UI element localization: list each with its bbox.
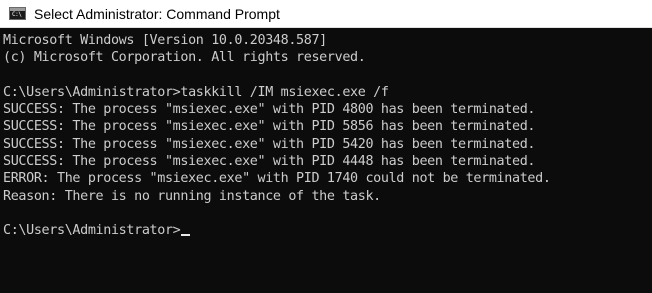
console-line: ERROR: The process "msiexec.exe" with PI…	[3, 171, 551, 187]
console-line: Reason: There is no running instance of …	[3, 188, 381, 204]
command-prompt-window: C:\ Select Administrator: Command Prompt…	[0, 0, 652, 293]
console-output[interactable]: Microsoft Windows [Version 10.0.20348.58…	[0, 28, 652, 293]
console-line: (c) Microsoft Corporation. All rights re…	[3, 50, 366, 66]
console-line: SUCCESS: The process "msiexec.exe" with …	[3, 154, 536, 170]
window-title: Select Administrator: Command Prompt	[34, 6, 280, 22]
console-line: SUCCESS: The process "msiexec.exe" with …	[3, 136, 536, 152]
console-line: SUCCESS: The process "msiexec.exe" with …	[3, 102, 536, 118]
console-line: C:\Users\Administrator>taskkill /IM msie…	[3, 84, 389, 100]
prompt-text: C:\Users\Administrator>	[3, 223, 181, 239]
title-bar[interactable]: C:\ Select Administrator: Command Prompt	[0, 0, 652, 28]
icon-glyph: C:\	[12, 11, 22, 18]
text-cursor	[181, 234, 191, 237]
console-line: Microsoft Windows [Version 10.0.20348.58…	[3, 33, 327, 48]
prompt-line[interactable]: C:\Users\Administrator>	[3, 222, 652, 239]
console-line: SUCCESS: The process "msiexec.exe" with …	[3, 119, 536, 135]
command-prompt-icon[interactable]: C:\	[9, 7, 26, 20]
